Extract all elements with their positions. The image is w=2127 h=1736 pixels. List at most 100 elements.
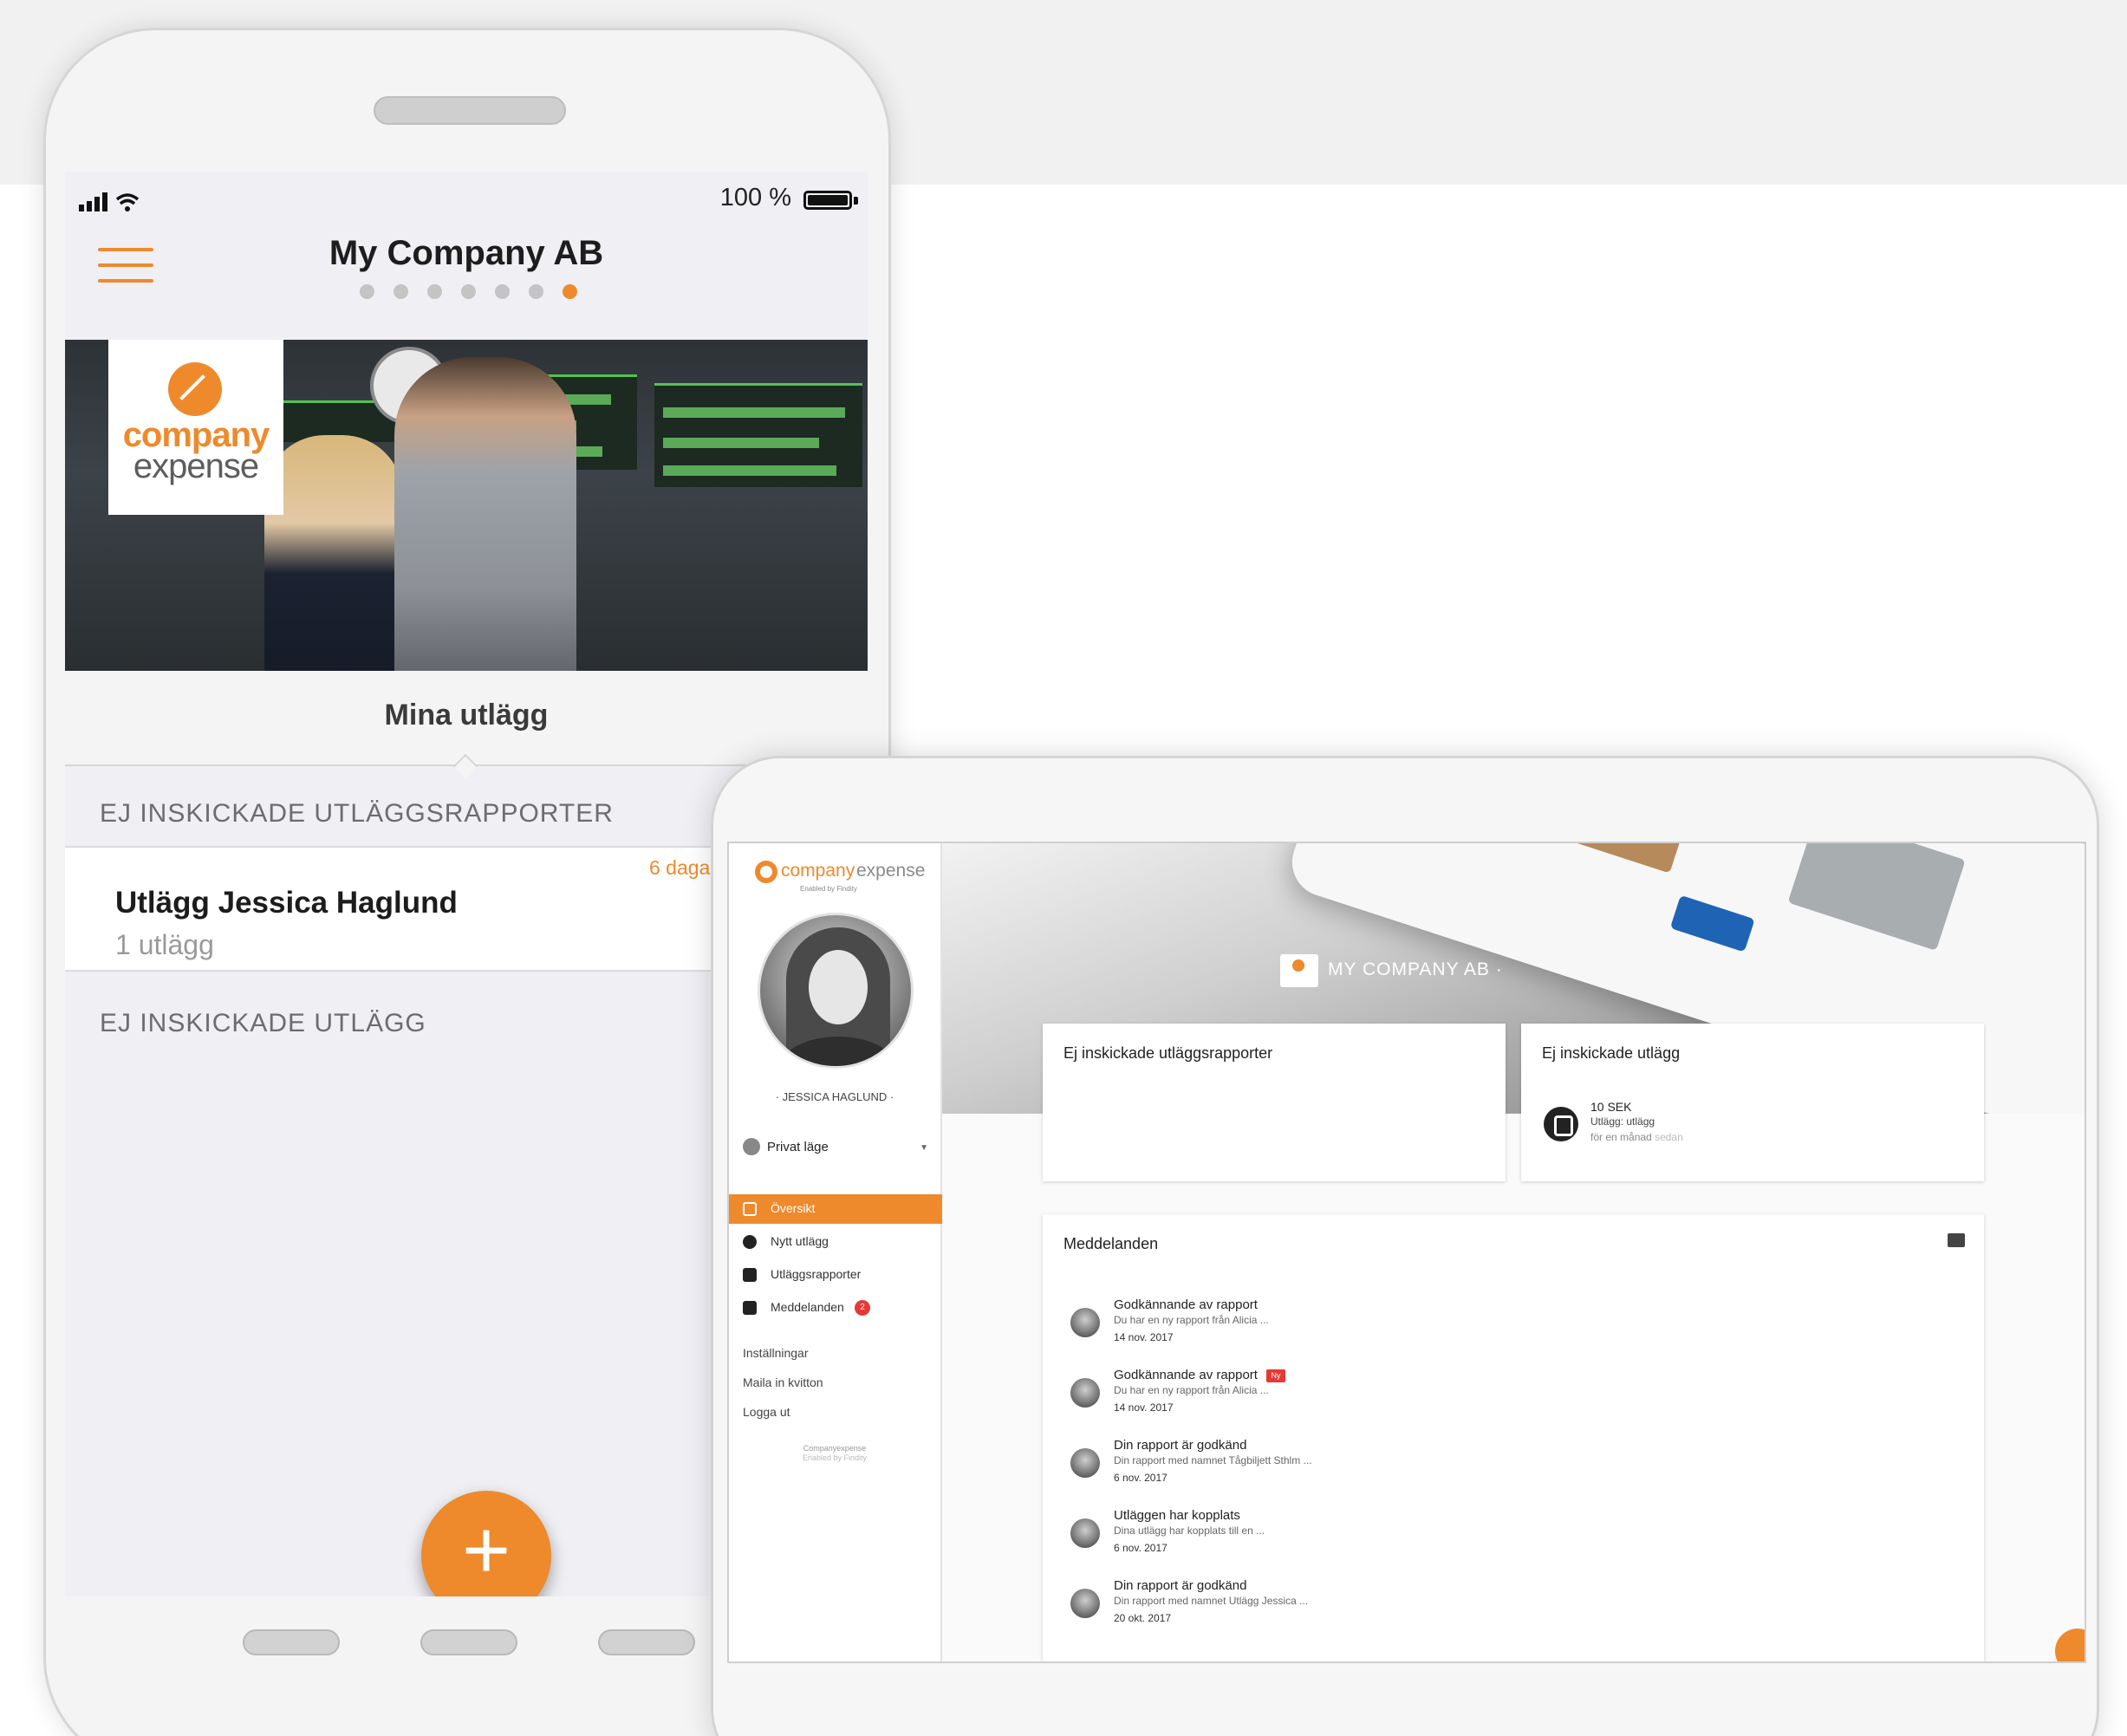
man-figure [394, 357, 576, 671]
section-tab[interactable]: Mina utlägg [65, 671, 868, 779]
avatar [1070, 1448, 1100, 1478]
mode-selector[interactable]: Privat läge ▼ [743, 1138, 928, 1159]
battery-icon [803, 191, 852, 210]
logo-mark-icon [168, 362, 222, 416]
logo-text-expense: expense [856, 861, 926, 881]
expense-time-suffix: sedan [1655, 1131, 1683, 1143]
phone-speaker [374, 96, 566, 125]
sidebar-item-messages[interactable]: Meddelanden 2 [729, 1293, 942, 1323]
logo-text-company: company [781, 861, 855, 881]
message-date: 14 nov. 2017 [1114, 1331, 1174, 1343]
notification-badge: 2 [855, 1300, 870, 1316]
card-unsubmitted-expenses[interactable]: Ej inskickade utlägg 10 SEK Utlägg: utlä… [1521, 1024, 1984, 1181]
message-title: Din rapport är godkänd [1114, 1578, 1247, 1593]
user-mode-icon [743, 1138, 760, 1155]
page-dot-active[interactable] [563, 284, 577, 299]
card-title: Ej inskickade utläggsrapporter [1064, 1044, 1273, 1062]
sidebar-item-label: Utläggsrapporter [771, 1267, 862, 1281]
card-messages: Meddelanden Godkännande av rapport Du ha… [1043, 1214, 1984, 1661]
avatar [1070, 1378, 1100, 1408]
company-logo-chip [1280, 954, 1318, 987]
new-badge: Ny [1265, 1369, 1285, 1382]
message-item[interactable]: Din rapport är godkänd Din rapport med n… [1064, 1438, 1670, 1493]
departure-board [654, 383, 862, 487]
message-preview: Du har en ny rapport från Alicia ... [1114, 1314, 1269, 1326]
message-title: Utläggen har kopplats [1114, 1508, 1240, 1523]
message-preview: Du har en ny rapport från Alicia ... [1114, 1384, 1269, 1396]
recent-apps-button[interactable] [598, 1629, 695, 1655]
card-title: Meddelanden [1064, 1235, 1159, 1252]
page-dot[interactable] [495, 284, 510, 299]
tab-indicator [452, 753, 478, 779]
sidebar-item-reports[interactable]: Utläggsrapporter [729, 1260, 942, 1290]
page-title: My Company AB [328, 234, 604, 272]
message-preview: Din rapport med namnet Tågbiljett Sthlm … [1114, 1454, 1312, 1466]
sidebar: company expense Enabled by Findity · JES… [729, 843, 942, 1661]
sidebar-footer-brand: Companyexpense [803, 1444, 867, 1453]
tablet-screen: company expense Enabled by Findity · JES… [727, 842, 2086, 1663]
sidebar-item-overview[interactable]: Översikt [729, 1194, 942, 1224]
message-title: Din rapport är godkänd [1114, 1438, 1247, 1453]
expense-time-value: för en månad [1590, 1131, 1652, 1143]
nav-bar: My Company AB [65, 224, 868, 328]
page-dot[interactable] [360, 284, 374, 299]
logo-subtitle: Enabled by Findity [800, 885, 857, 893]
chat-icon[interactable] [1948, 1233, 1965, 1247]
report-title: Utlägg Jessica Haglund [115, 886, 458, 920]
email-receipts-link[interactable]: Maila in kvitton [743, 1375, 823, 1389]
message-title: Godkännande av rapport Ny [1114, 1368, 1285, 1382]
battery-percentage: 100 % [719, 184, 791, 211]
message-date: 20 okt. 2017 [1114, 1612, 1172, 1624]
page-indicator [360, 284, 577, 299]
message-item[interactable]: Godkännande av rapport Du har en ny rapp… [1064, 1297, 1670, 1353]
hero-image: company expense [65, 340, 868, 671]
expense-time: för en månad sedan [1590, 1131, 1683, 1143]
sidebar-logo[interactable]: company expense Enabled by Findity [755, 859, 928, 894]
status-bar: 100 % [65, 172, 868, 224]
group-header-reports: EJ INSKICKADE UTLÄGGSRAPPORTER [100, 799, 614, 828]
message-item[interactable]: Utläggen har kopplats Dina utlägg har ko… [1064, 1508, 1670, 1564]
tablet-device: company expense Enabled by Findity · JES… [711, 756, 2099, 1736]
sidebar-footer-sub: Enabled by Findity [802, 1453, 868, 1462]
briefcase-icon [743, 1268, 757, 1282]
section-title: Mina utlägg [384, 699, 549, 731]
card-unsubmitted-reports[interactable]: Ej inskickade utläggsrapporter [1043, 1024, 1506, 1181]
company-expense-logo: company expense [108, 340, 283, 515]
message-title: Godkännande av rapport [1114, 1297, 1258, 1312]
page-dot[interactable] [394, 284, 408, 299]
sidebar-item-new-expense[interactable]: Nytt utlägg [729, 1227, 942, 1257]
message-preview: Dina utlägg har kopplats till en ... [1114, 1525, 1265, 1537]
logo-mark-icon [755, 861, 777, 883]
woman-figure [264, 435, 403, 671]
group-header-expenses: EJ INSKICKADE UTLÄGG [100, 1009, 426, 1037]
chevron-down-icon: ▼ [920, 1143, 928, 1153]
back-button[interactable] [243, 1629, 340, 1655]
home-button[interactable] [420, 1629, 517, 1655]
page-dot[interactable] [461, 284, 476, 299]
report-age: 6 dagar [649, 856, 718, 879]
add-expense-button[interactable]: + [421, 1491, 551, 1596]
sidebar-item-label: Nytt utlägg [771, 1234, 829, 1248]
floating-action-button[interactable] [2055, 1629, 2085, 1661]
message-preview: Din rapport med namnet Utlägg Jessica ..… [1114, 1595, 1309, 1607]
message-date: 14 nov. 2017 [1114, 1401, 1174, 1414]
avatar [1070, 1589, 1100, 1618]
train-icon [1544, 1107, 1578, 1141]
promo-canvas: 100 % My Company AB company expense Mina… [0, 0, 2127, 1736]
expense-amount: 10 SEK [1590, 1100, 1632, 1114]
overview-icon [743, 1202, 757, 1216]
settings-link[interactable]: Inställningar [743, 1346, 809, 1360]
avatar[interactable] [758, 913, 914, 1069]
mode-label: Privat läge [767, 1140, 829, 1154]
page-dot[interactable] [427, 284, 442, 299]
message-item[interactable]: Godkännande av rapport Ny Du har en ny ra… [1064, 1368, 1670, 1423]
avatar [1070, 1518, 1100, 1548]
expense-description: Utlägg: utlägg [1590, 1115, 1655, 1128]
logout-link[interactable]: Logga ut [743, 1405, 790, 1419]
sidebar-item-label: Meddelanden [771, 1300, 844, 1314]
company-name[interactable]: MY COMPANY AB · [1328, 959, 1503, 980]
message-date: 6 nov. 2017 [1114, 1472, 1168, 1484]
page-dot[interactable] [529, 284, 543, 299]
signal-wifi-icon [79, 192, 140, 211]
message-item[interactable]: Din rapport är godkänd Din rapport med n… [1064, 1578, 1670, 1634]
